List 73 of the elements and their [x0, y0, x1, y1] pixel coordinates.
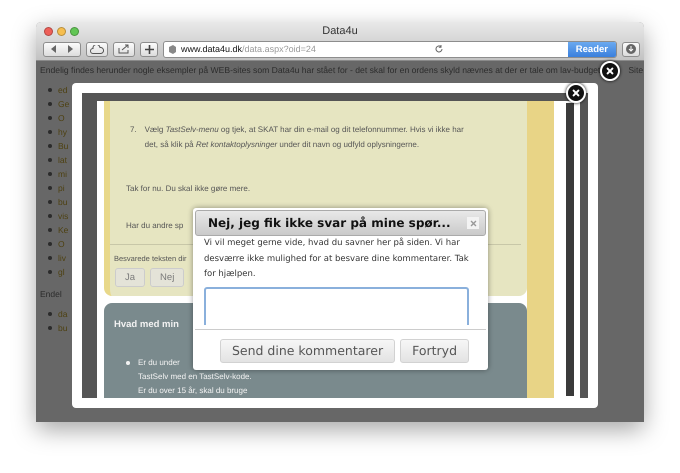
bullet-icon	[48, 102, 52, 106]
bullet-icon	[126, 361, 130, 365]
reader-button[interactable]: Reader	[568, 42, 616, 56]
url-path: /data.aspx?oid=24	[242, 44, 316, 54]
outro-text: Endel	[40, 289, 62, 299]
dialog-message: Vi vil meget gerne vide, hvad du savner her på siden. Vi har desværre ikke mulighed for at besvare dine kommentarer. Tak for hjælpen.	[203, 236, 470, 281]
comment-field[interactable]	[204, 286, 469, 324]
step-number: 7.	[130, 124, 137, 136]
close-icon	[572, 89, 580, 97]
site-link[interactable]: Bu	[58, 140, 68, 150]
bullet-icon	[48, 144, 52, 148]
site-link[interactable]: gl	[58, 266, 65, 276]
page-icon	[168, 44, 177, 54]
bullet-icon	[48, 116, 52, 120]
back-forward-icon	[50, 45, 74, 53]
step-text: Vælg TastSelv-menu og tjek, at SKAT har din e-mail og dit telefonnummer. Hvis vi ikke har det, så klik på Ret kontaktoplysninger under dit navn og udfyld oplysningerne.	[144, 124, 465, 151]
site-link[interactable]: bu	[58, 322, 68, 332]
site-link[interactable]: mi	[58, 168, 67, 178]
intro-text-end: Site	[628, 65, 644, 75]
answer-button[interactable]: Ja	[115, 268, 146, 287]
bullet-icon	[48, 186, 52, 190]
cloud-icon	[90, 44, 104, 54]
bullet-icon	[48, 172, 52, 176]
new-tab-button[interactable]	[140, 42, 158, 56]
dialog-button[interactable]: Fortryd	[400, 338, 469, 362]
close-icon	[606, 67, 614, 75]
thanks-text: Tak for nu. Du skal ikke gøre mere.	[125, 184, 250, 193]
site-link[interactable]: O	[58, 238, 65, 248]
site-link[interactable]: pi	[58, 182, 65, 192]
site-link[interactable]: lat	[58, 154, 67, 164]
site-link[interactable]: hy	[58, 126, 67, 136]
question-text: Har du andre sp	[125, 221, 184, 230]
back-forward-button[interactable]	[43, 42, 81, 56]
share-button[interactable]	[113, 42, 135, 56]
download-icon	[626, 44, 636, 54]
bullet-icon	[48, 312, 52, 316]
site-link[interactable]: Ge	[58, 98, 70, 108]
site-link[interactable]: da	[58, 308, 68, 318]
url-host: www.data4u.dk	[181, 44, 242, 54]
close-button[interactable]	[566, 83, 586, 103]
bullet-icon	[48, 88, 52, 92]
bullet-icon	[48, 242, 52, 246]
downloads-button[interactable]	[622, 42, 640, 56]
site-link[interactable]: ed	[58, 84, 68, 94]
close-button[interactable]	[600, 61, 620, 81]
bullet-icon	[48, 326, 52, 330]
bullet-icon	[48, 200, 52, 204]
bullet-icon	[48, 256, 52, 260]
share-icon	[118, 44, 130, 54]
site-link[interactable]: O	[58, 112, 65, 122]
site-link[interactable]: bu	[58, 196, 68, 206]
close-window-button[interactable]	[44, 26, 53, 36]
plus-icon	[144, 44, 154, 54]
zoom-button[interactable]	[70, 26, 79, 36]
bullet-icon	[48, 130, 52, 134]
dialog-close-button[interactable]	[467, 217, 479, 229]
reload-icon	[435, 45, 444, 53]
cloud-button[interactable]	[86, 42, 108, 56]
info-heading: Hvad med min	[114, 319, 179, 330]
answer-button[interactable]: Nej	[150, 268, 184, 287]
site-link[interactable]: liv	[58, 252, 66, 262]
bullet-icon	[48, 214, 52, 218]
site-link[interactable]: vis	[58, 210, 68, 220]
dialog-button[interactable]: Send dine kommentarer	[220, 338, 396, 362]
intro-text: Endelig findes herunder nogle eksempler på WEB-sites som Data4u har stået for - det skal for en ordens skyld nævnes at der er tale om lav-budget	[40, 65, 600, 75]
close-icon	[470, 220, 476, 226]
window-title: Data4u	[321, 25, 359, 37]
bullet-icon	[48, 228, 52, 232]
bullet-icon	[48, 270, 52, 274]
site-link[interactable]: Ke	[58, 224, 68, 234]
dialog-title: Nej, jeg fik ikke svar på mine spør...	[208, 216, 452, 230]
address-field[interactable]: www.data4u.dk/data.aspx?oid=24 Reader	[163, 40, 617, 58]
bullet-icon	[48, 158, 52, 162]
